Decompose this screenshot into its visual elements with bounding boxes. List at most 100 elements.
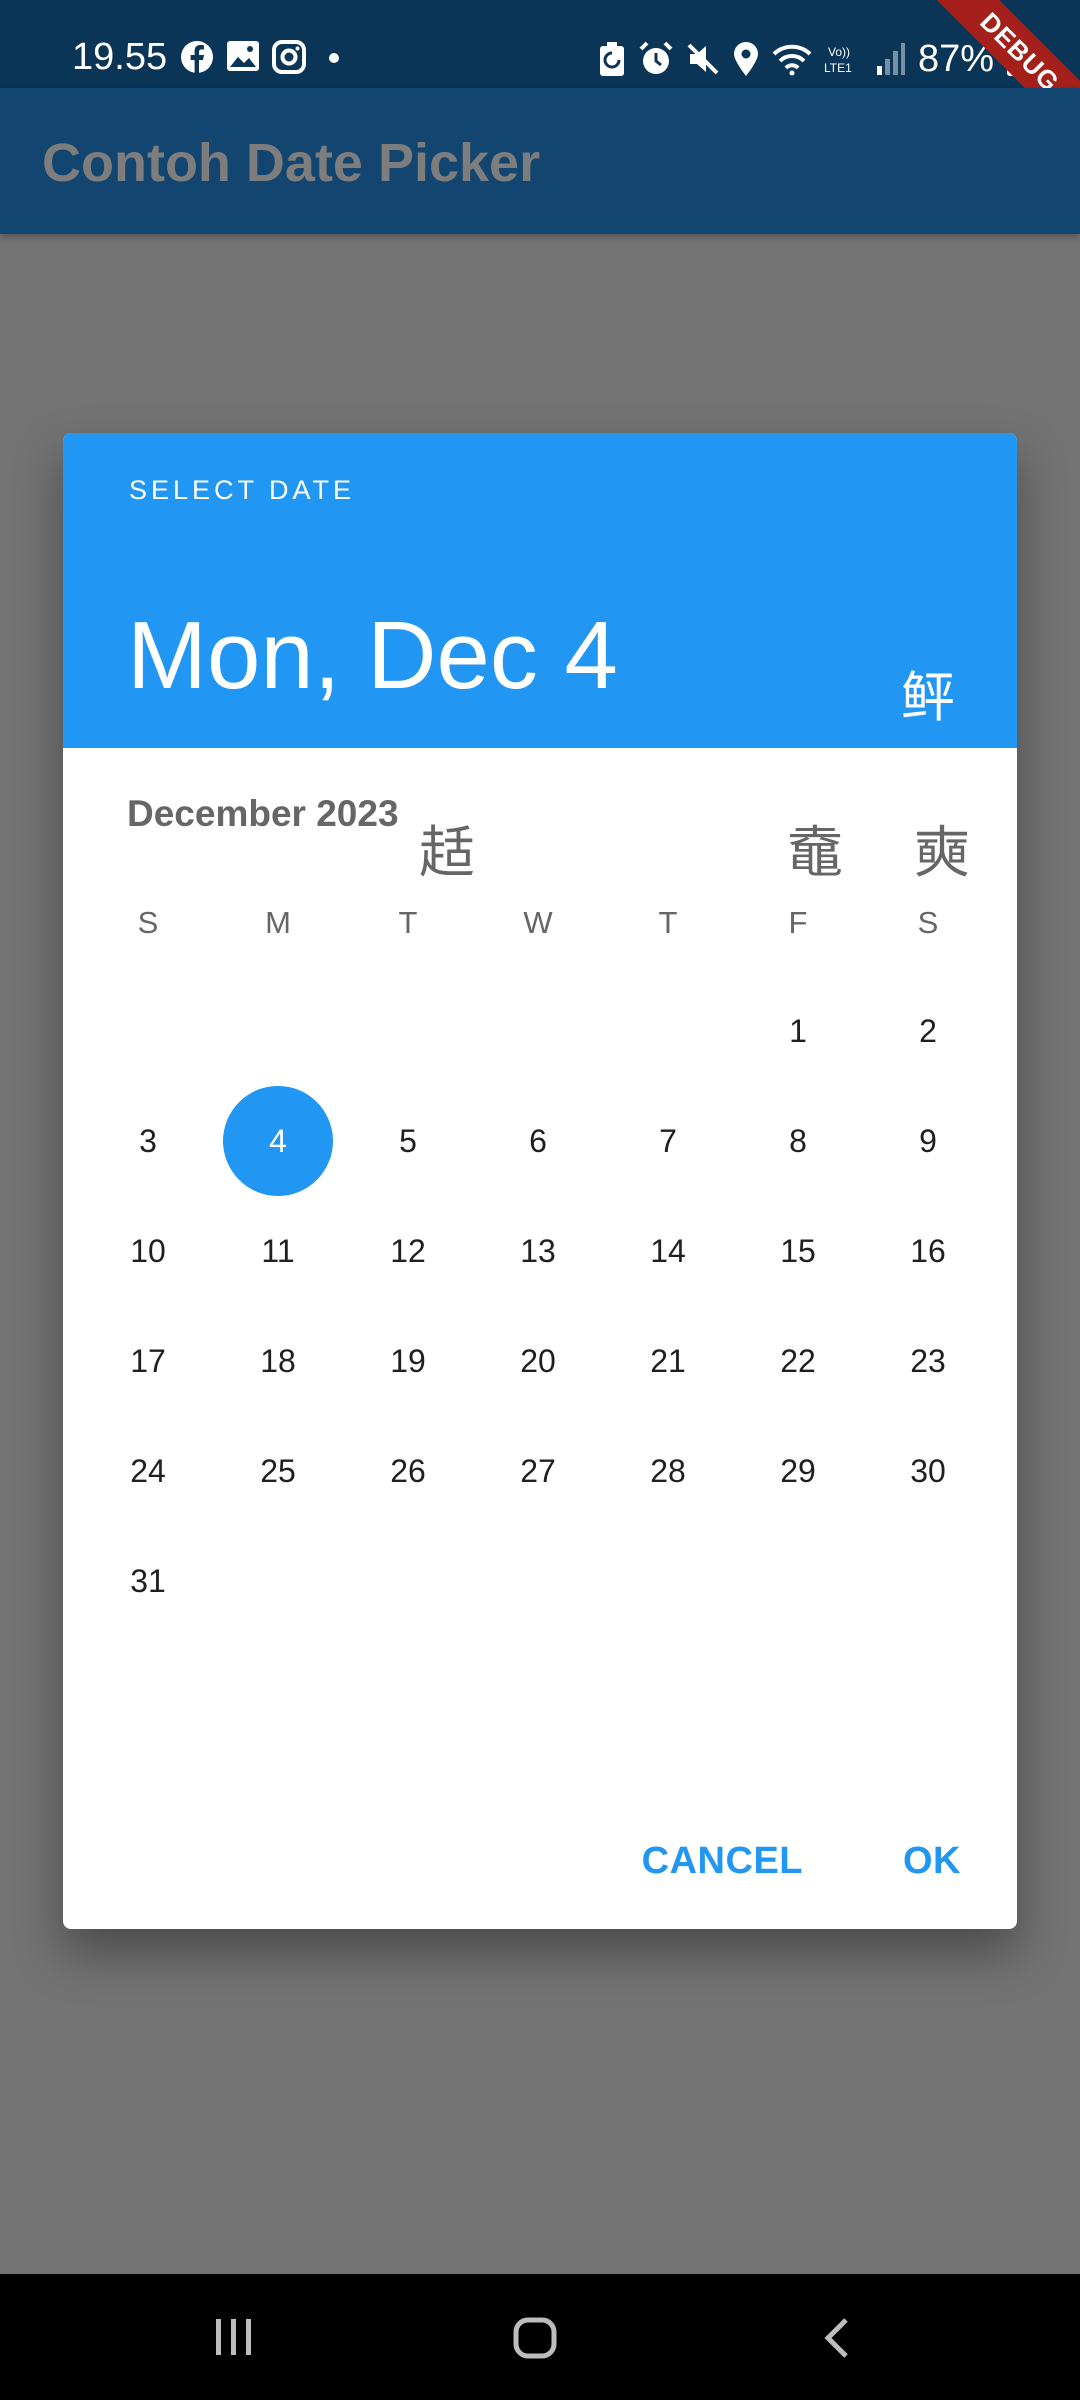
day-number: 14	[650, 1232, 686, 1269]
day-number: 5	[399, 1122, 417, 1159]
day-number: 10	[130, 1232, 166, 1269]
day-cell[interactable]: 23	[863, 1306, 993, 1416]
svg-text:Vo)): Vo))	[828, 45, 850, 59]
empty-day-cell	[603, 976, 733, 1086]
empty-day-cell	[83, 976, 213, 1086]
day-number: 15	[780, 1232, 816, 1269]
day-cell[interactable]: 16	[863, 1196, 993, 1306]
day-number: 28	[650, 1452, 686, 1489]
day-cell[interactable]: 14	[603, 1196, 733, 1306]
day-cell[interactable]: 7	[603, 1086, 733, 1196]
day-cell[interactable]: 29	[733, 1416, 863, 1526]
day-number: 30	[910, 1452, 946, 1489]
day-cell[interactable]: 9	[863, 1086, 993, 1196]
day-cell[interactable]: 26	[343, 1416, 473, 1526]
day-cell[interactable]: 2	[863, 976, 993, 1086]
day-number: 4	[223, 1086, 333, 1196]
status-time: 19.55	[72, 36, 168, 78]
edit-icon[interactable]: 鲆	[901, 653, 955, 732]
weekday-label: S	[917, 905, 939, 940]
weekday-label: T	[398, 905, 418, 940]
next-month-icon[interactable]: 奭	[914, 808, 970, 889]
day-cell[interactable]: 24	[83, 1416, 213, 1526]
month-year-selector[interactable]: December 2023	[127, 793, 399, 835]
recents-icon[interactable]	[212, 2317, 256, 2357]
wifi-icon	[772, 44, 812, 76]
dropdown-icon[interactable]: 趏	[419, 808, 475, 889]
back-icon[interactable]	[822, 2317, 852, 2359]
day-number: 13	[520, 1232, 556, 1269]
day-cell[interactable]: 18	[213, 1306, 343, 1416]
day-cell[interactable]: 10	[83, 1196, 213, 1306]
day-number: 1	[789, 1012, 807, 1049]
mute-icon	[687, 43, 719, 75]
dialog-header: SELECT DATE Mon, Dec 4 鲆	[63, 433, 1017, 748]
app-bar: Contoh Date Picker	[0, 88, 1080, 234]
weekday-header: S M T W T F S	[83, 895, 994, 951]
day-cell[interactable]: 22	[733, 1306, 863, 1416]
day-cell[interactable]: 31	[83, 1526, 213, 1636]
navigation-bar	[0, 2274, 1080, 2400]
day-number: 20	[520, 1342, 556, 1379]
day-cell[interactable]: 17	[83, 1306, 213, 1416]
day-number: 11	[261, 1232, 295, 1269]
day-cell[interactable]: 20	[473, 1306, 603, 1416]
ok-button[interactable]: OK	[903, 1840, 961, 1883]
day-cell[interactable]: 13	[473, 1196, 603, 1306]
day-number: 16	[910, 1232, 946, 1269]
dot-icon	[329, 53, 339, 63]
date-picker-dialog: SELECT DATE Mon, Dec 4 鲆 December 2023 趏…	[63, 433, 1017, 1929]
day-number: 3	[139, 1122, 157, 1159]
day-cell[interactable]: 6	[473, 1086, 603, 1196]
alarm-icon	[639, 41, 673, 74]
day-cell[interactable]: 25	[213, 1416, 343, 1526]
weekday-label: F	[788, 905, 808, 940]
day-number: 31	[130, 1562, 166, 1599]
empty-day-cell	[473, 976, 603, 1086]
day-number: 19	[390, 1342, 426, 1379]
day-cell[interactable]: 30	[863, 1416, 993, 1526]
status-icons: Vo)) LTE1 87%	[598, 36, 1028, 82]
day-number: 9	[919, 1122, 937, 1159]
weekday-label: S	[137, 905, 159, 940]
day-number: 22	[780, 1342, 816, 1379]
day-cell[interactable]: 21	[603, 1306, 733, 1416]
day-cell[interactable]: 28	[603, 1416, 733, 1526]
instagram-icon	[272, 40, 306, 74]
day-number: 6	[529, 1122, 547, 1159]
volte-icon: Vo)) LTE1	[824, 45, 852, 75]
weekday-label: T	[658, 905, 678, 940]
day-number: 21	[650, 1342, 686, 1379]
day-number: 17	[130, 1342, 166, 1379]
signal-icon	[876, 43, 905, 75]
home-icon[interactable]	[513, 2317, 557, 2359]
day-number: 29	[780, 1452, 816, 1489]
battery-saver-icon	[599, 42, 624, 76]
day-cell[interactable]: 12	[343, 1196, 473, 1306]
weekday-label: M	[265, 905, 291, 940]
day-number: 12	[390, 1232, 426, 1269]
selected-day-cell[interactable]: 4	[213, 1086, 343, 1196]
day-number: 26	[390, 1452, 426, 1489]
selected-date: Mon, Dec 4	[127, 602, 618, 709]
day-cell[interactable]: 8	[733, 1086, 863, 1196]
cancel-button[interactable]: CANCEL	[642, 1840, 803, 1883]
day-cell[interactable]: 19	[343, 1306, 473, 1416]
dialog-actions: CANCEL OK	[642, 1840, 961, 1883]
facebook-icon	[181, 41, 213, 73]
weekday-label: W	[523, 905, 553, 940]
calendar-grid: 1 2 3 4 5 6 7 8 9 10 11 12 13 14 15 16 17 18 19 20 21 22 23 24 2…	[83, 976, 994, 1636]
day-cell[interactable]: 11	[213, 1196, 343, 1306]
day-number: 8	[789, 1122, 807, 1159]
day-cell[interactable]: 5	[343, 1086, 473, 1196]
day-cell[interactable]: 15	[733, 1196, 863, 1306]
previous-month-icon[interactable]: 鼀	[787, 808, 843, 889]
day-cell[interactable]: 3	[83, 1086, 213, 1196]
status-bar: 19.55 Vo)) LTE1 87% DEBUG	[0, 0, 1080, 160]
day-cell[interactable]: 27	[473, 1416, 603, 1526]
day-number: 27	[520, 1452, 556, 1489]
day-number: 24	[130, 1452, 166, 1489]
day-cell[interactable]: 1	[733, 976, 863, 1086]
day-number: 23	[910, 1342, 946, 1379]
empty-day-cell	[213, 976, 343, 1086]
